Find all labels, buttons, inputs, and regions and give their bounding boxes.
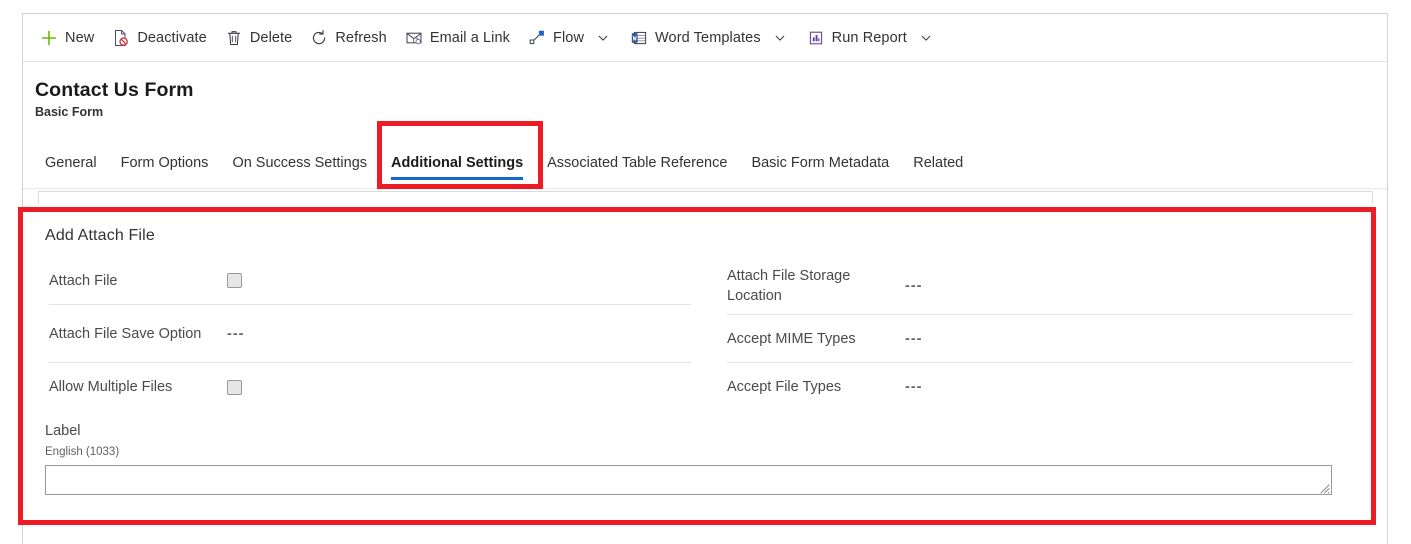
command-flow[interactable]: Flow — [519, 18, 621, 58]
command-refresh[interactable]: Refresh — [301, 18, 395, 58]
chevron-down-icon-flow[interactable] — [594, 29, 612, 47]
field-attach-file-save-option: Attach File Save Option --- — [49, 305, 691, 363]
left-column: Attach File Attach File Save Option --- … — [23, 257, 705, 411]
field-allow-multiple-files-label: Allow Multiple Files — [49, 379, 173, 395]
tab-related-label: Related — [913, 155, 964, 171]
tab-related[interactable]: Related — [901, 141, 975, 185]
command-deactivate-label: Deactivate — [137, 29, 207, 46]
tab-on-success-settings-label: On Success Settings — [232, 155, 368, 171]
previous-section-sliver — [22, 188, 1388, 204]
field-accept-file-types-value[interactable]: --- — [905, 379, 923, 395]
label-input[interactable] — [46, 466, 1331, 494]
plus-icon — [40, 29, 58, 47]
field-columns: Attach File Attach File Save Option --- … — [23, 257, 1387, 411]
chevron-down-icon-word-templates[interactable] — [771, 29, 789, 47]
label-textarea-wrapper[interactable] — [45, 465, 1332, 495]
command-bar: New Deactivate Delete Refresh Email a Li… — [23, 14, 1387, 62]
field-attach-file-label: Attach File — [49, 272, 118, 289]
run-report-icon — [807, 29, 825, 47]
section-title: Add Attach File — [45, 227, 155, 244]
tab-basic-form-metadata-label: Basic Form Metadata — [751, 155, 890, 171]
field-attach-file-storage-location-label: Attach File Storage Location — [727, 267, 851, 304]
command-refresh-label: Refresh — [335, 29, 387, 46]
tab-general[interactable]: General — [33, 141, 109, 185]
refresh-icon — [310, 29, 328, 47]
tab-associated-table-reference-label: Associated Table Reference — [547, 155, 728, 171]
label-block-language: English (1033) — [45, 446, 120, 458]
flow-icon — [528, 29, 546, 47]
field-attach-file-save-option-label: Attach File Save Option — [49, 325, 202, 342]
command-word-templates[interactable]: Word Templates — [621, 18, 798, 58]
previous-section-outline — [38, 191, 1373, 204]
trash-icon — [225, 29, 243, 47]
command-flow-label: Flow — [553, 29, 585, 46]
command-word-templates-label: Word Templates — [655, 29, 761, 46]
email-link-icon — [405, 29, 423, 47]
field-accept-mime-types-label: Accept MIME Types — [727, 330, 856, 347]
tab-form-options-label: Form Options — [120, 155, 209, 171]
page-title: Contact Us Form — [35, 79, 194, 101]
tab-basic-form-metadata[interactable]: Basic Form Metadata — [739, 141, 901, 185]
allow-multiple-files-checkbox[interactable] — [227, 379, 242, 395]
field-attach-file: Attach File — [49, 257, 691, 305]
field-accept-file-types-label: Accept File Types — [727, 379, 842, 395]
scroll-shadow — [22, 188, 1388, 190]
app-window: New Deactivate Delete Refresh Email a Li… — [22, 13, 1388, 189]
field-accept-mime-types: Accept MIME Types --- — [727, 315, 1353, 363]
tab-form-options[interactable]: Form Options — [109, 141, 221, 185]
tab-general-label: General — [45, 155, 97, 171]
field-attach-file-save-option-value[interactable]: --- — [227, 326, 245, 342]
label-block: Label English (1033) — [45, 422, 1357, 495]
attach-file-checkbox[interactable] — [227, 273, 242, 288]
command-run-report-label: Run Report — [831, 29, 907, 46]
command-delete[interactable]: Delete — [216, 18, 302, 58]
field-accept-file-types: Accept File Types --- — [727, 363, 1353, 411]
tab-additional-settings-label: Additional Settings — [391, 155, 524, 171]
field-attach-file-storage-location: Attach File Storage Location --- — [727, 257, 1353, 315]
record-subtitle: Basic Form — [35, 105, 104, 119]
field-accept-mime-types-value[interactable]: --- — [905, 331, 923, 347]
command-email-a-link-label: Email a Link — [429, 29, 511, 46]
tab-strip: General Form Options On Success Settings… — [23, 141, 1387, 188]
command-delete-label: Delete — [249, 29, 293, 46]
tab-active-underline — [391, 177, 524, 180]
command-run-report[interactable]: Run Report — [798, 18, 944, 58]
resize-grip-icon[interactable] — [1318, 481, 1330, 494]
field-allow-multiple-files: Allow Multiple Files — [49, 363, 691, 411]
deactivate-icon — [112, 29, 130, 47]
chevron-down-icon-run-report[interactable] — [917, 29, 935, 47]
command-email-a-link[interactable]: Email a Link — [396, 18, 519, 58]
tab-additional-settings[interactable]: Additional Settings — [379, 141, 535, 185]
label-block-title: Label — [45, 423, 81, 439]
tab-on-success-settings[interactable]: On Success Settings — [220, 141, 379, 185]
right-column: Attach File Storage Location --- Accept … — [705, 257, 1387, 411]
record-header: Contact Us Form Basic Form — [23, 62, 1387, 120]
field-attach-file-storage-location-value[interactable]: --- — [905, 278, 923, 294]
command-new-label: New — [65, 29, 95, 46]
form-body: Add Attach File Attach File Attach File … — [22, 204, 1388, 544]
tab-associated-table-reference[interactable]: Associated Table Reference — [535, 141, 739, 185]
word-template-icon — [630, 29, 648, 47]
command-new[interactable]: New — [31, 18, 103, 58]
screenshot-root: New Deactivate Delete Refresh Email a Li… — [0, 0, 1411, 544]
command-deactivate[interactable]: Deactivate — [103, 18, 216, 58]
